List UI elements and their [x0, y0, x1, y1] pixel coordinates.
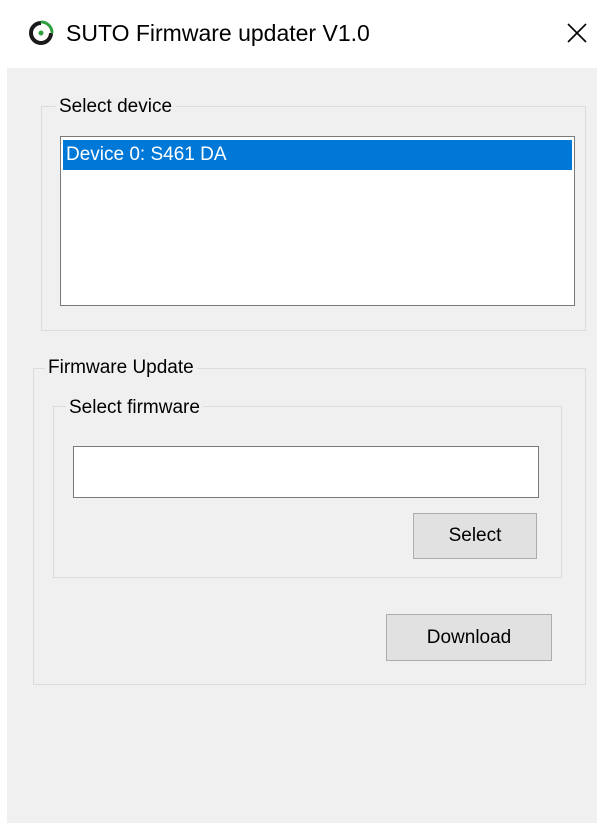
device-list-item-label: Device 0: S461 DA — [66, 144, 227, 165]
circular-power-logo-icon — [29, 20, 54, 45]
firmware-updater-window: SUTO Firmware updater V1.0 Select device… — [0, 0, 603, 823]
device-list-item[interactable]: Device 0: S461 DA — [63, 140, 572, 170]
firmware-update-group-label: Firmware Update — [45, 355, 197, 381]
close-icon[interactable] — [560, 16, 594, 50]
select-firmware-group-label: Select firmware — [66, 395, 203, 421]
title-bar[interactable]: SUTO Firmware updater V1.0 — [0, 0, 603, 68]
select-device-group-label: Select device — [56, 94, 176, 120]
download-button[interactable]: Download — [386, 614, 552, 661]
window-title: SUTO Firmware updater V1.0 — [66, 20, 370, 46]
window-client-area: Select device Device 0: S461 DA Firmware… — [7, 68, 597, 823]
select-firmware-button[interactable]: Select — [413, 513, 537, 559]
firmware-path-input[interactable] — [73, 446, 539, 498]
device-listbox[interactable]: Device 0: S461 DA — [60, 136, 575, 306]
